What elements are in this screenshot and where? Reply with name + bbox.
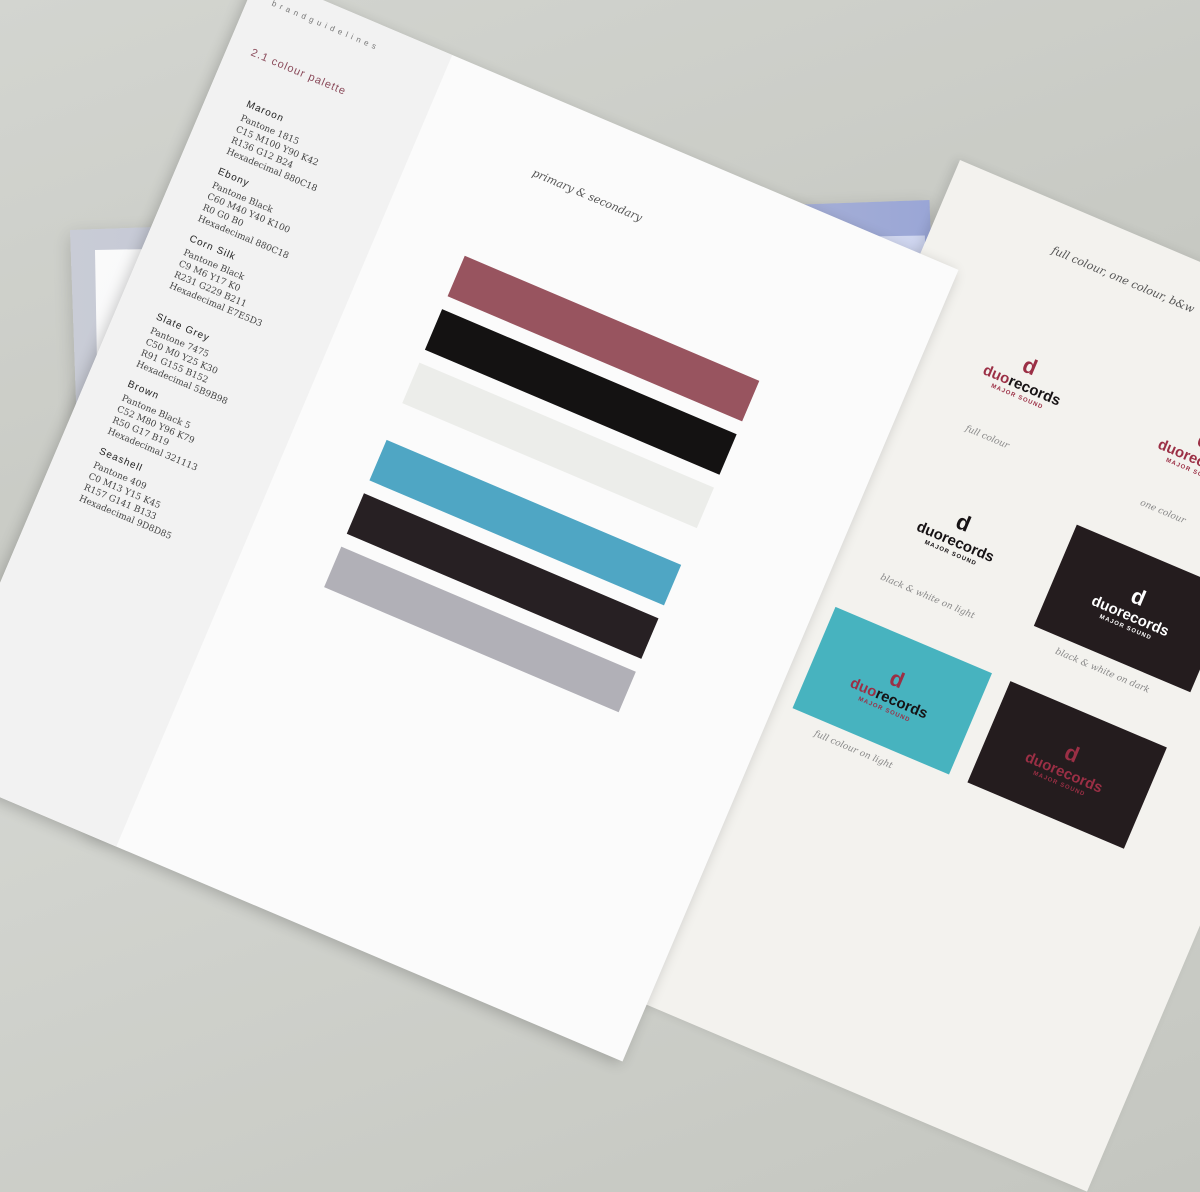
logo-bw-light: d duorecords MAJOR SOUND <box>859 450 1058 618</box>
logo-mark-icon: d <box>1127 582 1150 611</box>
logo-full-colour: d duorecords MAJOR SOUND <box>925 294 1124 462</box>
logo-mark-icon: d <box>1061 738 1084 768</box>
logo-full-colour-dark: d duorecords MAJOR SOUND <box>967 681 1167 849</box>
logo-full-colour-teal: d duorecords MAJOR SOUND <box>792 606 992 775</box>
photo-scene: 1 full colour, one colour, b&w d duoreco… <box>0 0 1200 1192</box>
logo-wordmark: duorecords <box>1155 435 1200 484</box>
logo-bw-dark: d duorecords MAJOR SOUND <box>1033 524 1200 693</box>
palette-subhead: primary & secondary <box>530 166 645 225</box>
logo-subhead: full colour, one colour, b&w <box>1049 243 1197 316</box>
